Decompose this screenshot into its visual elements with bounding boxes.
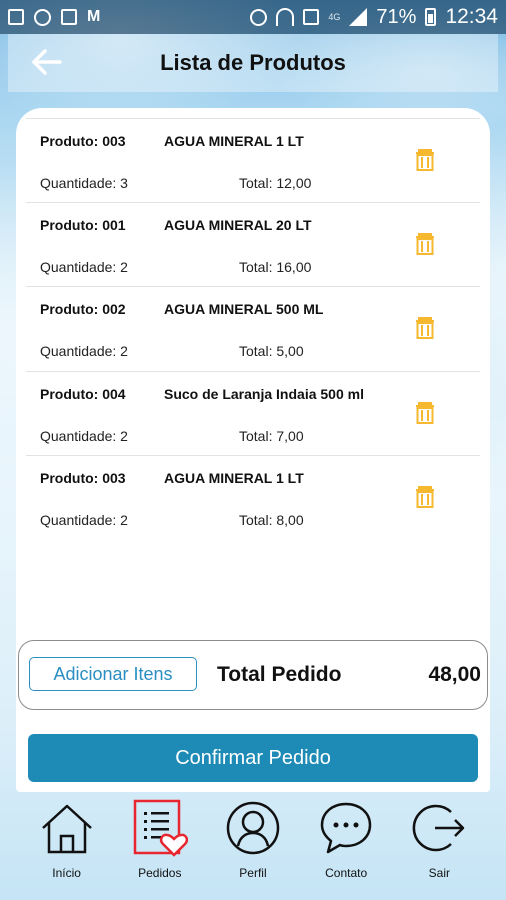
product-quantity: Quantidade: 3	[40, 175, 128, 191]
app-header: Lista de Produtos	[8, 34, 498, 92]
image-notification-icon	[8, 9, 24, 25]
product-code: Produto: 003	[40, 470, 126, 486]
trash-icon[interactable]	[414, 315, 436, 339]
product-code: Produto: 004	[40, 385, 126, 402]
nav-label: Sair	[428, 866, 451, 880]
list-item: Produto: 002 AGUA MINERAL 500 ML Quantid…	[26, 287, 480, 372]
trash-icon[interactable]	[414, 147, 436, 171]
product-code: Produto: 002	[40, 301, 126, 317]
list-item: Produto: 003 AGUA MINERAL 1 LT Quantidad…	[26, 118, 480, 203]
product-total: Total: 5,00	[239, 343, 304, 359]
logout-icon	[413, 804, 465, 852]
add-items-button[interactable]: Adicionar Itens	[29, 657, 197, 691]
product-code: Produto: 001	[40, 216, 126, 233]
trash-icon[interactable]	[414, 484, 436, 508]
product-name: AGUA MINERAL 500 ML	[164, 301, 324, 317]
order-summary: Adicionar Itens Total Pedido 48,00	[18, 640, 488, 710]
voicemail-notification-icon	[61, 9, 77, 25]
gmail-notification-icon: M	[87, 8, 101, 25]
nfc-icon	[303, 9, 320, 25]
battery-percent: 71%	[376, 5, 417, 28]
trash-icon[interactable]	[414, 400, 436, 424]
nav-item-home[interactable]: Início	[25, 796, 109, 880]
product-quantity: Quantidade: 2	[40, 427, 128, 444]
back-arrow-icon	[32, 49, 62, 75]
product-name: AGUA MINERAL 1 LT	[164, 133, 304, 149]
nav-item-profile[interactable]: Perfil	[211, 796, 295, 880]
product-name: AGUA MINERAL 1 LT	[164, 470, 304, 486]
list-item: Produto: 001 AGUA MINERAL 20 LT Quantida…	[26, 203, 480, 287]
list-item: Produto: 003 AGUA MINERAL 1 LT Quantidad…	[26, 456, 480, 532]
nav-label: Início	[52, 866, 81, 880]
network-type: 4G	[328, 12, 341, 22]
order-total-value: 48,00	[428, 663, 481, 686]
nav-item-logout[interactable]: Sair	[397, 796, 481, 880]
order-card: Produto: 003 AGUA MINERAL 1 LT Quantidad…	[16, 108, 490, 792]
trash-icon[interactable]	[414, 231, 436, 255]
chat-icon	[320, 802, 372, 854]
product-name: Suco de Laranja Indaia 500 ml	[164, 385, 364, 402]
bottom-nav: Início Pedidos Perfil Contato Sair	[0, 796, 506, 900]
nav-label: Contato	[325, 866, 368, 880]
clock: 12:34	[445, 5, 498, 28]
product-total: Total: 8,00	[239, 512, 304, 528]
confirm-order-button[interactable]: Confirmar Pedido	[28, 734, 478, 782]
nav-item-orders[interactable]: Pedidos	[118, 796, 202, 880]
page-title: Lista de Produtos	[160, 50, 346, 75]
status-bar: M 4G 71% 12:34	[0, 0, 506, 34]
product-code: Produto: 003	[40, 133, 126, 149]
list-item: Produto: 004 Suco de Laranja Indaia 500 …	[26, 372, 480, 456]
product-quantity: Quantidade: 2	[40, 512, 128, 528]
nav-item-contact[interactable]: Contato	[304, 796, 388, 880]
product-name: AGUA MINERAL 20 LT	[164, 216, 312, 233]
wifi-icon	[276, 8, 295, 26]
order-total-label: Total Pedido	[217, 663, 342, 686]
product-quantity: Quantidade: 2	[40, 343, 128, 359]
product-total: Total: 12,00	[239, 175, 312, 191]
battery-icon	[425, 8, 437, 26]
product-quantity: Quantidade: 2	[40, 258, 128, 275]
product-list[interactable]: Produto: 003 AGUA MINERAL 1 LT Quantidad…	[26, 118, 480, 532]
nav-label: Pedidos	[138, 866, 182, 880]
product-total: Total: 7,00	[239, 427, 304, 444]
orders-icon	[133, 799, 188, 857]
product-total: Total: 16,00	[239, 258, 312, 275]
alarm-icon	[250, 8, 268, 26]
signal-icon	[349, 8, 368, 26]
back-button[interactable]	[30, 48, 62, 76]
nav-label: Perfil	[239, 866, 267, 880]
profile-icon	[226, 801, 280, 855]
power-notification-icon	[34, 8, 51, 26]
home-icon	[41, 804, 92, 854]
